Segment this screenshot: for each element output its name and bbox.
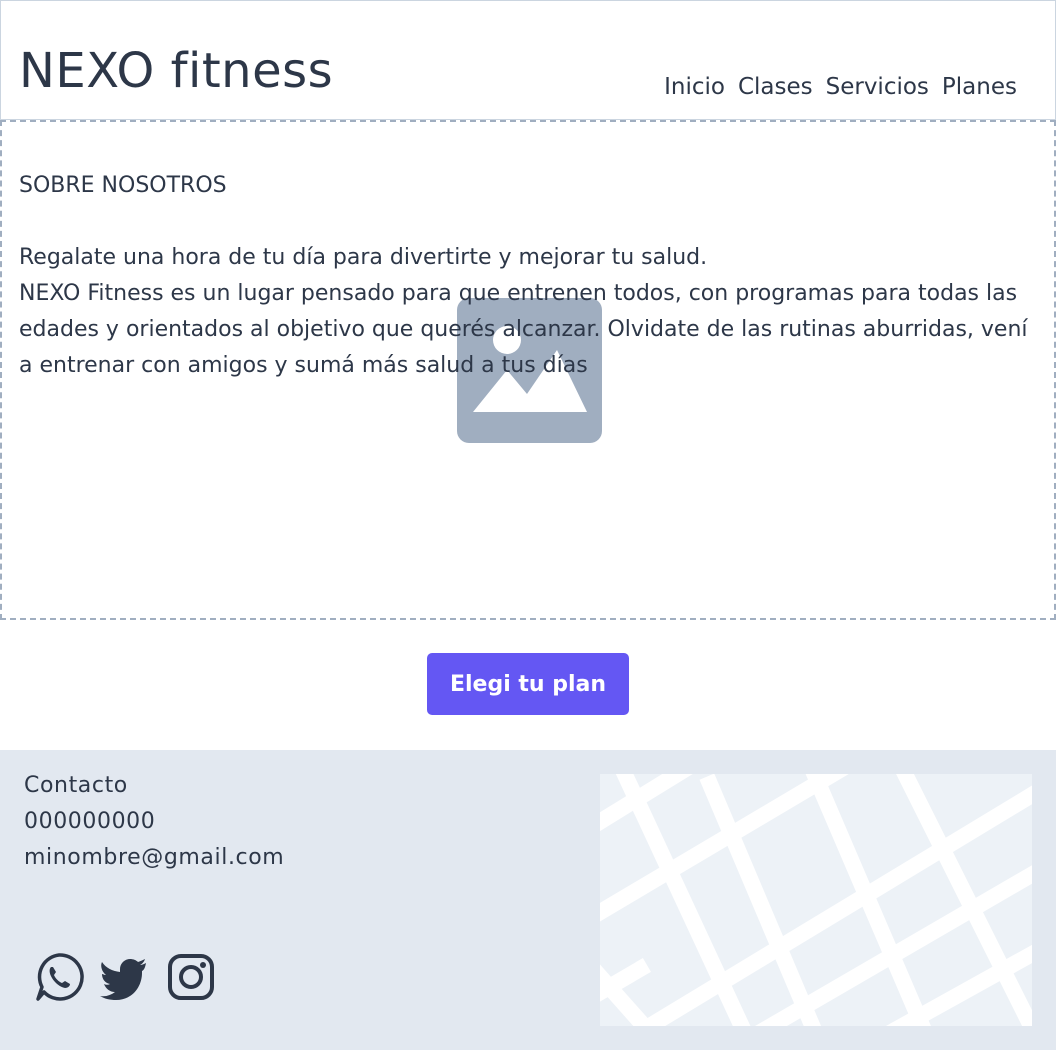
brand-logo-text[interactable]: NEXO fitness xyxy=(19,43,333,99)
choose-plan-button[interactable]: Elegi tu plan xyxy=(427,653,629,715)
social-links xyxy=(34,952,216,1002)
instagram-icon[interactable] xyxy=(166,952,216,1002)
contact-block: Contacto 000000000 minombre@gmail.com xyxy=(24,768,284,876)
contact-phone[interactable]: 000000000 xyxy=(24,804,284,840)
twitter-icon[interactable] xyxy=(100,952,150,1002)
site-header: NEXO fitness Inicio Clases Servicios Pla… xyxy=(0,0,1056,120)
about-section: SOBRE NOSOTROS Regalate una hora de tu d… xyxy=(0,120,1056,620)
main-nav: Inicio Clases Servicios Planes xyxy=(664,73,1017,101)
about-title: SOBRE NOSOTROS xyxy=(19,173,227,198)
nav-link-planes[interactable]: Planes xyxy=(942,73,1017,101)
about-description: Regalate una hora de tu día para diverti… xyxy=(19,245,1028,378)
site-footer: Contacto 000000000 minombre@gmail.com xyxy=(0,750,1056,1050)
nav-link-clases[interactable]: Clases xyxy=(738,73,813,101)
nav-link-inicio[interactable]: Inicio xyxy=(664,73,725,101)
location-map[interactable] xyxy=(600,774,1032,1026)
nav-link-servicios[interactable]: Servicios xyxy=(826,73,929,101)
contact-email[interactable]: minombre@gmail.com xyxy=(24,840,284,876)
contact-title: Contacto xyxy=(24,773,128,798)
whatsapp-icon[interactable] xyxy=(34,952,84,1002)
